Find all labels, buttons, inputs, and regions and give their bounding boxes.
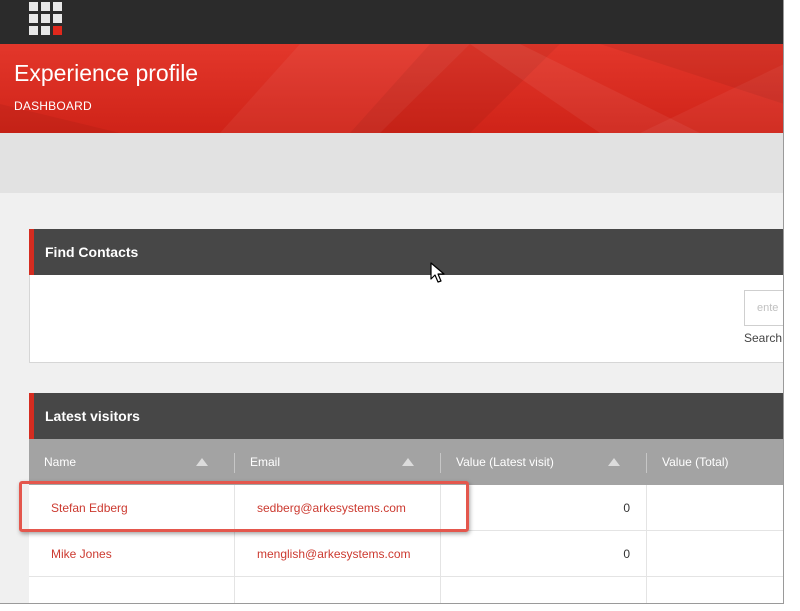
table-row[interactable]: Mike Jones menglish@arkesystems.com 0 [29,531,783,577]
sort-ascending-icon[interactable] [608,458,620,466]
email-cell: sedberg@arkesystems.com [235,485,441,530]
column-label: Name [44,455,77,469]
contact-name-link[interactable]: Mike Jones [51,547,112,561]
value-total-cell [647,485,783,530]
search-link[interactable]: Search [744,331,782,345]
table-header: Name Email Value (Latest visit) Value (T… [29,439,783,485]
find-contacts-title: Find Contacts [45,244,139,260]
grid-cell-accent [53,26,62,35]
grid-cell [53,2,62,11]
email-cell: menglish@arkesystems.com [235,531,441,576]
top-bar [0,0,783,44]
latest-visitors-title: Latest visitors [45,408,140,424]
grid-cell [41,14,50,23]
grid-cell [29,26,38,35]
column-label: Value (Total) [662,455,729,469]
name-cell: Mike Jones [29,531,235,576]
sort-ascending-icon[interactable] [402,458,414,466]
column-header-value-total[interactable]: Value (Total) [647,439,783,485]
find-contacts-body: ente Search [29,275,783,363]
grid-cell [29,14,38,23]
launchpad-grid-icon[interactable] [29,2,62,35]
value-total-cell [647,531,783,576]
value-latest: 0 [623,547,630,561]
column-header-name[interactable]: Name [29,439,235,485]
grid-cell [41,26,50,35]
name-cell: Stefan Edberg [29,485,235,530]
column-header-value-latest[interactable]: Value (Latest visit) [441,439,647,485]
mouse-pointer-icon [430,262,445,283]
name-cell [29,577,235,603]
table-row[interactable] [29,577,783,603]
value-latest-cell: 0 [441,531,647,576]
table-row[interactable]: Stefan Edberg sedberg@arkesystems.com 0 [29,485,783,531]
sort-ascending-icon[interactable] [196,458,208,466]
contact-email-link[interactable]: sedberg@arkesystems.com [257,501,406,515]
page-title: Experience profile [14,60,199,86]
column-header-email[interactable]: Email [235,439,441,485]
toolbar [0,133,783,193]
value-latest: 0 [623,501,630,515]
contact-name-link[interactable]: Stefan Edberg [51,501,128,515]
grid-cell [53,14,62,23]
contact-email-link[interactable]: menglish@arkesystems.com [257,547,411,561]
breadcrumb-dashboard[interactable]: DASHBOARD [14,99,92,113]
email-cell [235,577,441,603]
column-label: Value (Latest visit) [456,455,554,469]
grid-cell [41,2,50,11]
latest-visitors-header: Latest visitors [29,393,783,439]
grid-cell [29,2,38,11]
value-latest-cell [441,577,647,603]
column-label: Email [250,455,281,469]
search-input[interactable]: ente [744,290,783,326]
app-window: Experience profile DASHBOARD Find Contac… [0,0,784,604]
find-contacts-header: Find Contacts [29,229,783,275]
header-pattern [0,44,783,133]
page-header: Experience profile DASHBOARD [0,44,783,133]
value-latest-cell: 0 [441,485,647,530]
